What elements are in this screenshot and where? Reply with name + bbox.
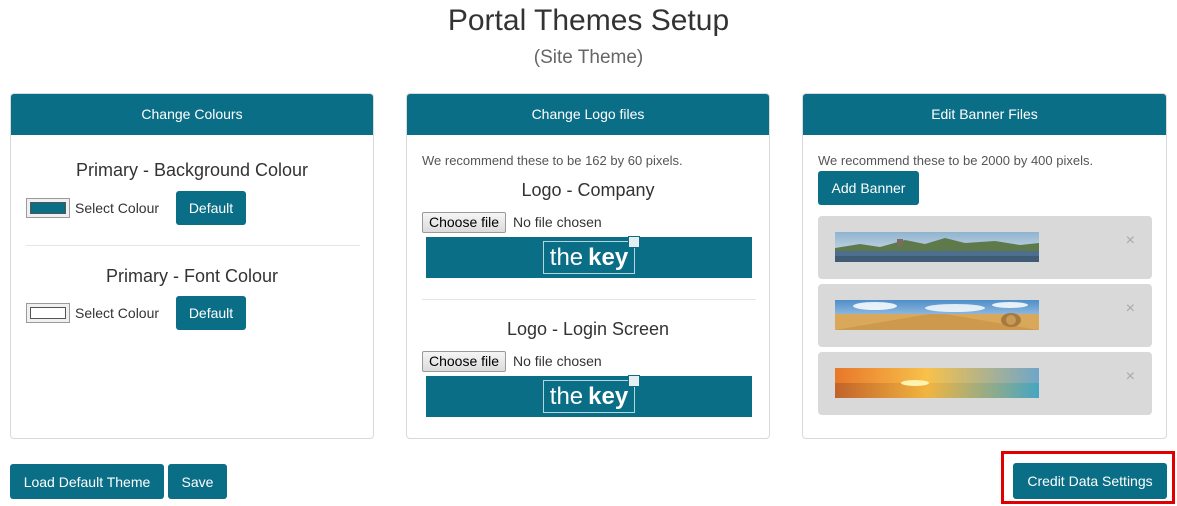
font-colour-swatch[interactable] <box>26 303 70 323</box>
remove-banner-icon[interactable]: × <box>1126 300 1135 318</box>
company-logo-mark: the key <box>542 236 641 274</box>
login-logo-key: key <box>588 383 629 410</box>
logo-corner-icon <box>628 236 641 248</box>
colours-divider <box>26 245 360 246</box>
page-title: Portal Themes Setup <box>447 4 730 37</box>
sunset-sea-banner-image <box>835 368 1039 398</box>
banner-item[interactable]: × <box>818 284 1152 347</box>
change-logo-heading: Change Logo files <box>407 94 769 135</box>
login-logo-the: the <box>549 383 584 410</box>
logo-corner-icon <box>628 375 641 387</box>
font-default-button[interactable]: Default <box>176 296 246 330</box>
load-default-theme-button[interactable]: Load Default Theme <box>10 464 164 499</box>
login-logo-preview: the key <box>426 375 752 417</box>
remove-banner-icon[interactable]: × <box>1126 232 1135 250</box>
login-logo-mark: the key <box>542 375 641 413</box>
portal-themes-page: Portal Themes Setup (Site Theme) Change … <box>0 0 1177 506</box>
change-logo-panel: Change Logo files We recommend these to … <box>406 93 770 439</box>
lake-castle-banner-image <box>835 232 1039 262</box>
font-colour-fill <box>30 307 66 319</box>
logo-divider <box>422 299 756 300</box>
background-colour-swatch[interactable] <box>26 198 70 218</box>
banner-item[interactable]: × <box>818 352 1152 415</box>
logo-company-title: Logo - Company <box>521 180 655 200</box>
logo-login-title: Logo - Login Screen <box>506 319 670 339</box>
edit-banner-panel: Edit Banner Files We recommend these to … <box>802 93 1167 439</box>
banner-size-note: We recommend these to be 2000 by 400 pix… <box>818 153 1094 168</box>
background-colour-fill <box>30 202 66 214</box>
company-logo-key: key <box>588 244 629 271</box>
background-default-button[interactable]: Default <box>176 191 246 225</box>
company-logo-preview: the key <box>426 236 752 278</box>
remove-banner-icon[interactable]: × <box>1126 368 1135 386</box>
page-subtitle: (Site Theme) <box>533 47 644 68</box>
logo-size-note: We recommend these to be 162 by 60 pixel… <box>422 153 683 168</box>
edit-banner-heading: Edit Banner Files <box>803 94 1166 135</box>
company-choose-file-button[interactable]: Choose file <box>422 212 507 233</box>
login-file-status: No file chosen <box>513 353 602 369</box>
login-choose-file-button[interactable]: Choose file <box>422 351 507 372</box>
background-colour-title: Primary - Background Colour <box>75 160 309 180</box>
change-colours-panel: Change Colours Primary - Background Colo… <box>10 93 374 439</box>
font-select-label[interactable]: Select Colour <box>75 305 159 321</box>
font-colour-title: Primary - Font Colour <box>105 266 279 286</box>
save-button[interactable]: Save <box>168 464 227 499</box>
add-banner-button[interactable]: Add Banner <box>818 171 919 205</box>
credit-data-highlight-box <box>1001 451 1175 504</box>
banner-item[interactable]: × <box>818 216 1152 279</box>
company-file-status: No file chosen <box>513 214 602 230</box>
background-select-label[interactable]: Select Colour <box>75 200 159 216</box>
change-colours-heading: Change Colours <box>11 94 373 135</box>
company-logo-the: the <box>549 244 584 271</box>
hay-field-banner-image <box>835 300 1039 330</box>
